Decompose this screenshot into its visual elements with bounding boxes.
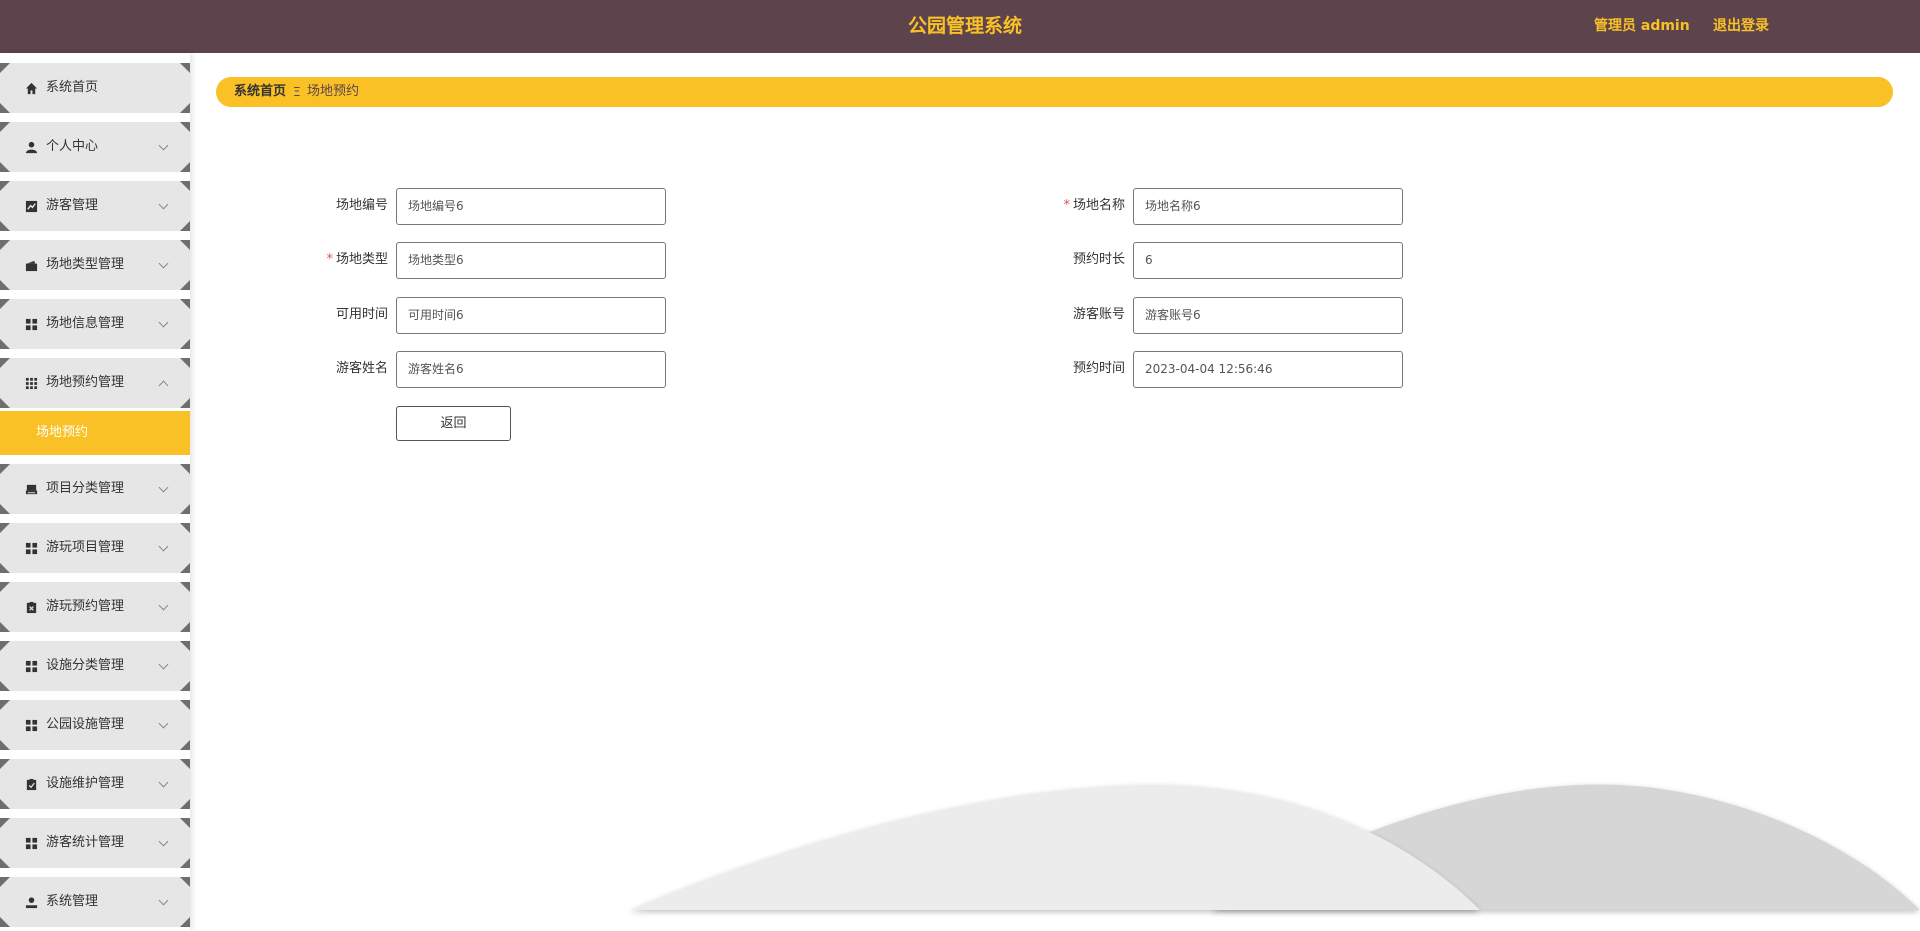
sidebar-item-label: 场地类型管理: [46, 257, 125, 272]
visitor-account-field[interactable]: 游客账号6: [1133, 297, 1403, 334]
venue-name-label: * 场地名称: [1063, 198, 1125, 213]
venue-type-label: * 场地类型: [326, 252, 388, 267]
trend-icon: [25, 200, 38, 213]
available-time-label: 可用时间: [335, 307, 388, 322]
sidebar-item-label: 设施分类管理: [46, 658, 125, 673]
sidebar-item-label: 游玩预约管理: [46, 599, 125, 614]
sidebar-item-venue-info[interactable]: 场地信息管理: [0, 299, 190, 349]
available-time-field[interactable]: 可用时间6: [396, 297, 666, 334]
sidebar-subitem-label: 场地预约: [36, 425, 89, 440]
chevron-up-icon: [158, 380, 169, 391]
sidebar-item-label: 场地预约管理: [46, 375, 125, 390]
booking-time-field[interactable]: 2023-04-04 12:56:46: [1133, 351, 1403, 388]
back-button[interactable]: 返回: [396, 406, 511, 441]
visitor-name-label: 游客姓名: [335, 361, 388, 376]
visitor-account-label: 游客账号: [1072, 307, 1125, 322]
visitor-name-field[interactable]: 游客姓名6: [396, 351, 666, 388]
current-user: 管理员 admin: [1594, 18, 1690, 34]
chevron-down-icon: [158, 777, 169, 788]
chevron-down-icon: [158, 718, 169, 729]
grid-icon: [25, 660, 38, 673]
sidebar-item-visitor-stats[interactable]: 游客统计管理: [0, 818, 190, 868]
sidebar-item-label: 系统管理: [46, 894, 99, 909]
sidebar-item-home[interactable]: 系统首页: [0, 63, 190, 113]
decorative-hills: [630, 784, 1920, 910]
venue-type-field[interactable]: 场地类型6: [396, 242, 666, 279]
sidebar-item-park-facilities[interactable]: 公园设施管理: [0, 700, 190, 750]
sidebar-item-label: 游客统计管理: [46, 835, 125, 850]
chevron-down-icon: [158, 317, 169, 328]
grid-icon: [25, 318, 38, 331]
sidebar-item-facility-maintenance[interactable]: 设施维护管理: [0, 759, 190, 809]
sidebar-item-venue-booking[interactable]: 场地预约管理: [0, 358, 190, 408]
printer-icon: [25, 484, 38, 495]
grid-icon: [25, 837, 38, 850]
breadcrumb-home[interactable]: 系统首页: [234, 77, 286, 107]
sidebar-item-label: 系统首页: [46, 80, 99, 95]
sidebar-item-project-categories[interactable]: 项目分类管理: [0, 464, 190, 514]
chevron-down-icon: [158, 541, 169, 552]
chevron-down-icon: [158, 258, 169, 269]
sidebar-item-label: 个人中心: [46, 139, 99, 154]
booking-time-label: 预约时间: [1072, 361, 1125, 376]
sidebar-subitem-venue-booking[interactable]: 场地预约: [0, 411, 190, 455]
sidebar-item-system[interactable]: 系统管理: [0, 877, 190, 927]
venue-no-label: 场地编号: [335, 198, 388, 213]
sidebar-item-play-projects[interactable]: 游玩项目管理: [0, 523, 190, 573]
chevron-down-icon: [158, 600, 169, 611]
venue-no-field[interactable]: 场地编号6: [396, 188, 666, 225]
required-mark: *: [1063, 198, 1070, 213]
required-mark: *: [326, 252, 333, 267]
sidebar-item-label: 设施维护管理: [46, 776, 125, 791]
sidebar-item-label: 公园设施管理: [46, 717, 125, 732]
chevron-down-icon: [158, 836, 169, 847]
grid-icon: [25, 542, 38, 555]
sidebar-item-play-booking[interactable]: 游玩预约管理: [0, 582, 190, 632]
person-icon: [25, 141, 38, 154]
sidebar-item-label: 项目分类管理: [46, 481, 125, 496]
sidebar-item-venue-types[interactable]: 场地类型管理: [0, 240, 190, 290]
duration-field[interactable]: 6: [1133, 242, 1403, 279]
wallet-icon: [25, 260, 38, 272]
sidebar: 系统首页 个人中心 游客管理 场地类型管理 场地信息管理 场地预约管理 场地预约…: [0, 53, 190, 931]
chevron-down-icon: [158, 199, 169, 210]
duration-label: 预约时长: [1072, 252, 1125, 267]
breadcrumb: 系统首页 Ξ 场地预约: [216, 77, 1893, 107]
chevron-down-icon: [158, 140, 169, 151]
sidebar-item-label: 游客管理: [46, 198, 99, 213]
breadcrumb-current: 场地预约: [307, 84, 360, 99]
home-icon: [25, 82, 38, 95]
chevron-down-icon: [158, 482, 169, 493]
apps-icon: [25, 377, 38, 390]
logout-link[interactable]: 退出登录: [1713, 0, 1769, 53]
clipboard-check-icon: [26, 778, 37, 791]
grid-icon: [25, 719, 38, 732]
clipboard-x-icon: [26, 601, 37, 614]
venue-name-field[interactable]: 场地名称6: [1133, 188, 1403, 225]
sidebar-item-label: 场地信息管理: [46, 316, 125, 331]
sidebar-item-label: 游玩项目管理: [46, 540, 125, 555]
sidebar-item-visitors[interactable]: 游客管理: [0, 181, 190, 231]
top-header: 公园管理系统 管理员 admin 退出登录: [0, 0, 1920, 53]
user-icon: [25, 897, 38, 909]
chevron-down-icon: [158, 895, 169, 906]
breadcrumb-separator: Ξ: [293, 85, 301, 99]
sidebar-item-profile[interactable]: 个人中心: [0, 122, 190, 172]
sidebar-item-facility-categories[interactable]: 设施分类管理: [0, 641, 190, 691]
chevron-down-icon: [158, 659, 169, 670]
